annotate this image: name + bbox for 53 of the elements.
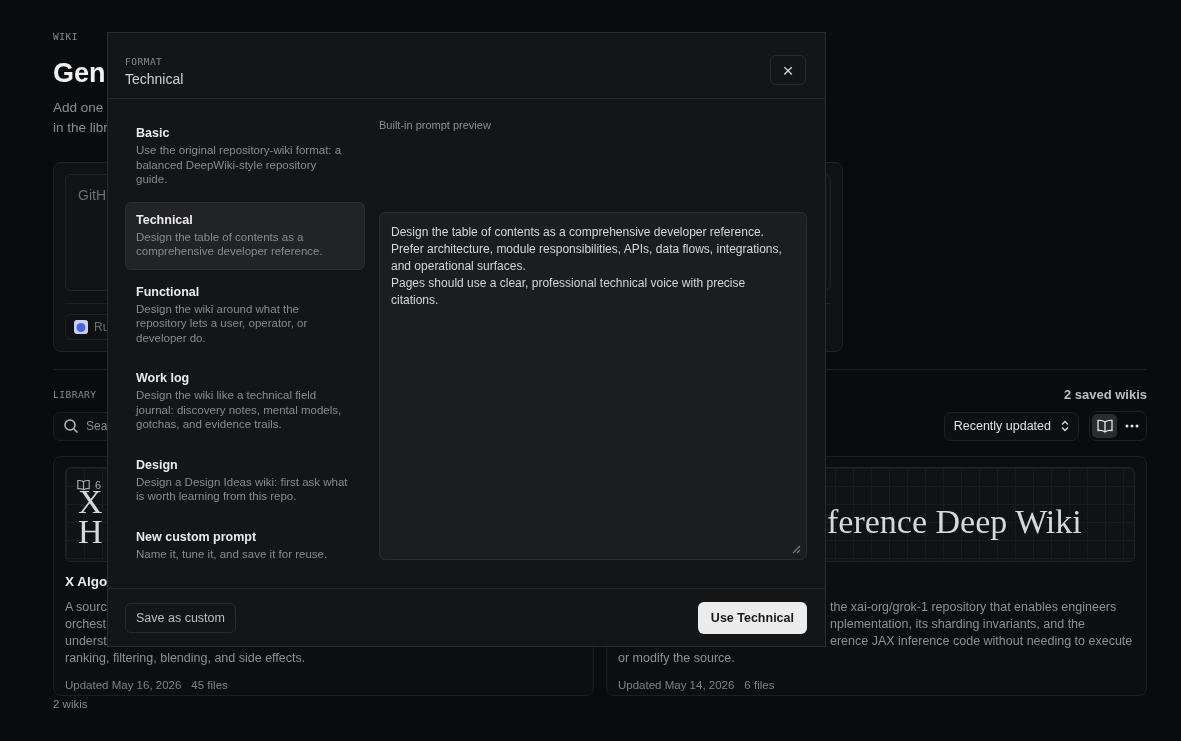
file-count: 45 files (191, 679, 228, 691)
dialog-title: Technical (125, 71, 184, 87)
use-format-button[interactable]: Use Technical (697, 601, 807, 634)
dialog-label: FORMAT (125, 56, 164, 67)
wiki-description: erence JAX inference code without needing to execute (830, 634, 1133, 648)
section-label: LIBRARY (53, 389, 97, 400)
intro-text: Add one (53, 99, 104, 117)
format-name: New custom prompt (136, 529, 258, 544)
format-option[interactable]: Design Design a Design Ideas wiki: first ask what is worth learning from this repo. (125, 446, 365, 515)
updated-date: Updated May 14, 2026 (618, 679, 735, 691)
format-name: Basic (136, 126, 171, 141)
format-option[interactable]: Basic Use the original repository-wiki format: a balanced DeepWiki-style repository guide. (125, 115, 365, 198)
preview-label: Built-in prompt preview (379, 119, 492, 132)
file-count: 6 files (744, 679, 775, 691)
updated-date: Updated May 16, 2026 (65, 679, 182, 691)
wiki-description: A sourc (65, 600, 107, 614)
format-option[interactable]: Functional Design the wiki around what the repository lets a user, operator, or developer do. (125, 273, 365, 357)
format-option[interactable]: Work log Design the wiki like a technical field journal: discovery notes, mental models, gotchas, and evidence trails. (125, 360, 365, 443)
prompt-field[interactable]: Design the table of contents as a comprehensive developer reference. Prefer architecture, module responsibilities, APIs, data flows, integrations, and operational surfaces. Pages should use a clear, professional technical voice with precise citations. (379, 212, 807, 561)
more-icon (1124, 424, 1139, 428)
format-description: Design the table of contents as a comprehensive developer reference. (136, 229, 324, 259)
wiki-count: 2 wikis (53, 698, 89, 710)
saved-count: 2 saved wikis (1063, 387, 1147, 402)
wiki-description: or modify the source. (618, 651, 735, 665)
wiki-description: nplementation, its sharding invariants, and the (830, 617, 1086, 631)
format-name: Design (136, 457, 179, 472)
cover-title: H (78, 517, 103, 547)
search-icon (63, 418, 79, 434)
wiki-title: X Algo (65, 574, 108, 589)
format-name: Work log (136, 371, 191, 386)
format-name: Functional (136, 284, 201, 299)
wiki-description: the xai-org/grok-1 repository that enables engineers (830, 600, 1117, 614)
intro-text: in the libr (53, 119, 108, 137)
close-button[interactable]: × (770, 55, 806, 85)
format-description: Name it, tune it, and save it for reuse. (136, 546, 329, 562)
format-option[interactable]: New custom prompt Name it, tune it, and save it for reuse. (125, 518, 365, 573)
format-description: Design the wiki like a technical field journal: discovery notes, mental models, gotchas, and evidence trails. (136, 388, 343, 432)
chevron-updown-icon (1061, 420, 1069, 432)
format-option[interactable]: Technical Design the table of contents as a comprehensive developer reference. (125, 201, 365, 270)
save-custom-button[interactable]: Save as custom (125, 602, 236, 633)
format-name: Technical (136, 212, 194, 227)
reader-view-button[interactable] (1092, 414, 1117, 438)
wiki-description: underst (65, 634, 107, 648)
book-icon (1096, 419, 1113, 433)
format-description: Design a Design Ideas wiki: first ask what is worth learning from this repo. (136, 474, 348, 504)
format-description: Use the original repository-wiki format: a balanced DeepWiki-style repository guide. (136, 143, 343, 187)
page-title: Gen (53, 57, 106, 90)
wiki-description: orchest (65, 617, 106, 631)
wiki-description: ranking, filtering, blending, and side effects. (65, 651, 306, 665)
resize-handle-icon (792, 545, 801, 555)
format-description: Design the wiki around what the repository lets a user, operator, or developer do. (136, 301, 309, 346)
section-label: WIKI (53, 31, 79, 42)
sort-dropdown[interactable]: Recently updated (943, 411, 1079, 441)
